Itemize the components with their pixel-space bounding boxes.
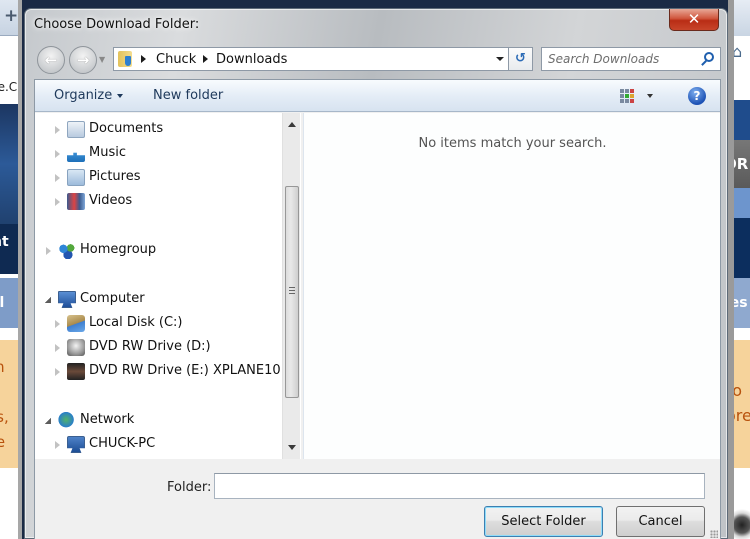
homegroup-icon (58, 242, 76, 259)
expand-arrow-icon[interactable] (46, 247, 51, 255)
address-bar[interactable]: Chuck Downloads (113, 47, 509, 71)
browser-scrollbar[interactable] (18, 0, 22, 539)
expand-arrow-icon[interactable] (55, 344, 60, 352)
music-icon (67, 145, 85, 162)
collapse-arrow-icon[interactable] (45, 418, 51, 424)
choose-folder-dialog: Choose Download Folder: ✕ ← → ▼ Chuck Do… (24, 8, 728, 539)
tree-item-label: Videos (89, 193, 133, 208)
computer-icon (58, 291, 76, 308)
folder-icon (118, 51, 132, 67)
search-box[interactable] (541, 47, 721, 71)
breadcrumb-chuck[interactable]: Chuck (156, 52, 196, 67)
scrollbar-thumb[interactable] (285, 186, 299, 398)
grip-icon (289, 287, 295, 288)
address-dropdown-icon[interactable] (496, 57, 504, 61)
expand-arrow-icon[interactable] (55, 198, 60, 206)
forward-button[interactable]: → (69, 46, 97, 74)
network-icon (58, 412, 76, 429)
scroll-up-icon[interactable] (288, 122, 296, 127)
tree-item-label: Pictures (89, 169, 141, 184)
refresh-icon: ↺ (515, 51, 526, 66)
folder-label: Folder: (167, 480, 212, 495)
expand-arrow-icon[interactable] (55, 126, 60, 134)
dvd-drive-icon (67, 339, 85, 356)
tree-item-label: Computer (80, 291, 145, 306)
new-folder-button[interactable]: New folder (153, 88, 223, 103)
pc-icon (67, 436, 85, 453)
select-folder-button[interactable]: Select Folder (484, 506, 603, 537)
folder-name-input[interactable] (214, 473, 705, 499)
navigation-pane-scrollbar[interactable] (282, 113, 300, 459)
resize-grip-icon[interactable] (710, 530, 718, 538)
tree-item-label: Network (80, 412, 135, 427)
collapse-arrow-icon[interactable] (45, 297, 51, 303)
close-button[interactable]: ✕ (669, 9, 719, 31)
tree-item-label: CHUCK-PC (89, 436, 156, 451)
dvd-disc-icon (67, 363, 85, 380)
cancel-button[interactable]: Cancel (616, 506, 705, 537)
new-tab-button[interactable]: + (4, 6, 18, 26)
tree-item-label: DVD RW Drive (D:) (89, 339, 211, 354)
back-arrow-icon: ← (44, 51, 58, 69)
organize-label: Organize (54, 88, 113, 103)
tree-item-label: Music (89, 145, 126, 160)
expand-arrow-icon[interactable] (55, 150, 60, 158)
background-right-strip: ⌂ OR les to ore (728, 0, 750, 539)
tree-item-label: Documents (89, 121, 164, 136)
search-icon[interactable] (704, 52, 714, 62)
dialog-title: Choose Download Folder: (34, 17, 200, 32)
documents-icon (67, 121, 85, 138)
breadcrumb-separator-icon[interactable] (203, 55, 208, 63)
scroll-down-icon[interactable] (288, 445, 296, 450)
local-disk-icon (67, 315, 85, 332)
back-button[interactable]: ← (37, 46, 65, 74)
dialog-body: Organize New folder ? Documents Music Pi… (34, 79, 721, 539)
organize-button[interactable]: Organize (54, 88, 124, 103)
view-options-dropdown-icon[interactable] (647, 94, 653, 98)
expand-arrow-icon[interactable] (55, 368, 60, 376)
search-input[interactable] (542, 48, 692, 70)
browser-scrollbar-right[interactable] (728, 0, 734, 539)
videos-icon (67, 193, 85, 210)
tree-item-label: Homegroup (80, 242, 157, 257)
refresh-button[interactable]: ↺ (509, 47, 533, 71)
change-view-icon[interactable] (619, 88, 635, 104)
navigation-pane: Documents Music Pictures Videos Homegrou… (35, 113, 301, 459)
tree-item-label: DVD RW Drive (E:) XPLANE10 (89, 363, 281, 378)
recent-locations-dropdown[interactable]: ▼ (99, 55, 105, 64)
expand-arrow-icon[interactable] (55, 174, 60, 182)
screen: + ne.C nt al m ll rs, re ⌂ OR les to (0, 0, 750, 539)
navigation-bar: ← → ▼ Chuck Downloads ↺ (35, 45, 721, 75)
command-bar: Organize New folder ? (35, 80, 720, 112)
background-left-strip: + ne.C nt al m ll rs, re (0, 0, 22, 539)
empty-results-message: No items match your search. (418, 136, 607, 151)
expand-arrow-icon[interactable] (55, 320, 60, 328)
close-icon: ✕ (687, 10, 701, 28)
file-list-pane[interactable]: No items match your search. (303, 113, 720, 459)
breadcrumb-separator-icon[interactable] (141, 55, 146, 63)
home-icon[interactable]: ⌂ (732, 42, 748, 62)
expand-arrow-icon[interactable] (55, 441, 60, 449)
forward-arrow-icon: → (76, 51, 90, 69)
breadcrumb-downloads[interactable]: Downloads (216, 52, 287, 67)
chevron-down-icon (117, 93, 124, 98)
pictures-icon (67, 169, 85, 186)
help-icon[interactable]: ? (688, 87, 706, 105)
tree-item-label: Local Disk (C:) (89, 315, 183, 330)
